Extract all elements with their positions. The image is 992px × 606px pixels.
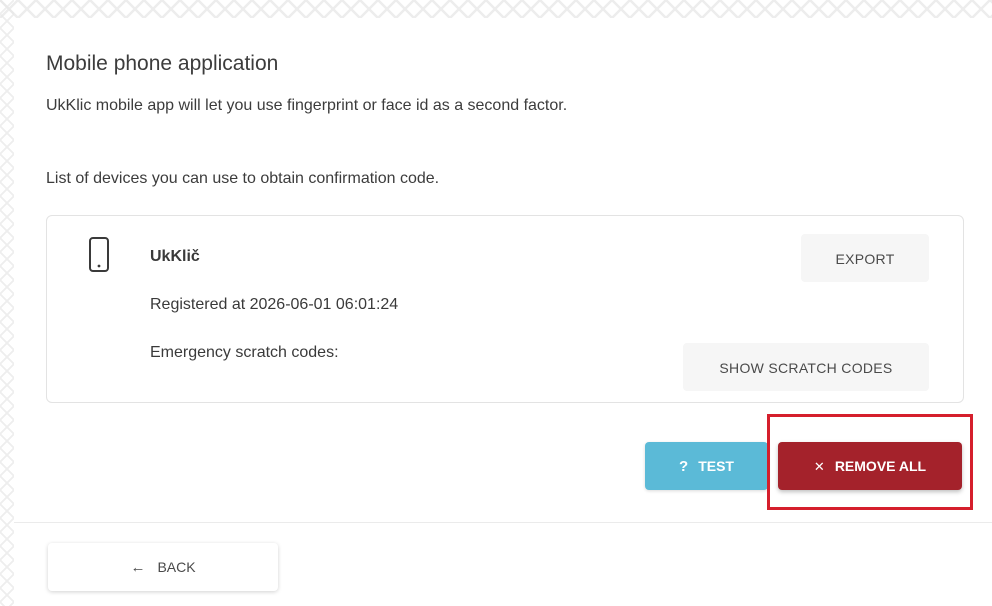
section-title: Mobile phone application bbox=[46, 52, 279, 75]
scratch-codes-label: Emergency scratch codes: bbox=[150, 344, 339, 361]
decorative-border-left bbox=[0, 0, 14, 606]
device-registered-at: Registered at 2026-06-01 06:01:24 bbox=[150, 296, 399, 313]
smartphone-icon bbox=[89, 237, 109, 272]
close-icon: ✕ bbox=[813, 459, 825, 474]
remove-all-button[interactable]: ✕ REMOVE ALL bbox=[778, 442, 962, 490]
back-button-label: BACK bbox=[157, 559, 196, 575]
divider bbox=[14, 522, 992, 523]
export-button[interactable]: EXPORT bbox=[801, 234, 929, 282]
test-button-label: TEST bbox=[698, 458, 734, 474]
decorative-border-top bbox=[0, 0, 992, 18]
page: Mobile phone application UkKlic mobile a… bbox=[0, 0, 992, 606]
device-name: UkKlič bbox=[150, 248, 200, 265]
question-icon: ? bbox=[679, 458, 689, 475]
arrow-left-icon: ← bbox=[130, 559, 146, 576]
test-button[interactable]: ? TEST bbox=[645, 442, 768, 490]
show-scratch-codes-button[interactable]: SHOW SCRATCH CODES bbox=[683, 343, 929, 391]
section-description: UkKlic mobile app will let you use finge… bbox=[46, 97, 568, 114]
device-card: UkKlič Registered at 2026-06-01 06:01:24… bbox=[46, 215, 964, 403]
device-list-caption: List of devices you can use to obtain co… bbox=[46, 170, 440, 187]
back-button[interactable]: ← BACK bbox=[48, 543, 278, 591]
remove-all-button-label: REMOVE ALL bbox=[834, 458, 927, 474]
